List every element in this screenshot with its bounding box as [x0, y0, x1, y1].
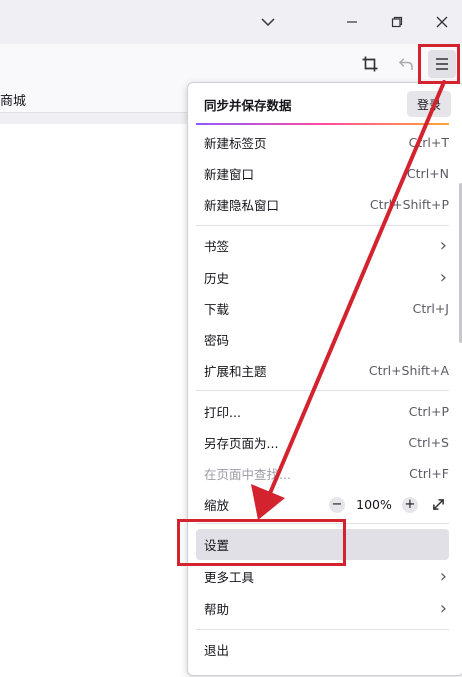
history-label: 历史	[204, 271, 230, 286]
addons-label: 扩展和主题	[204, 364, 267, 379]
menu-item-bookmarks[interactable]: 书签 ›	[196, 230, 449, 261]
downloads-shortcut: Ctrl+J	[412, 301, 449, 316]
signin-button[interactable]: 登录	[407, 91, 451, 117]
zoom-in-button[interactable]: +	[402, 496, 418, 513]
sync-label: 同步并保存数据	[204, 97, 292, 113]
menu-item-save-page[interactable]: 另存页面为... Ctrl+S	[196, 427, 449, 458]
close-icon[interactable]	[419, 0, 462, 44]
new-window-label: 新建窗口	[204, 167, 255, 182]
crop-icon[interactable]	[356, 50, 384, 78]
help-label: 帮助	[204, 602, 230, 617]
new-window-shortcut: Ctrl+N	[406, 166, 449, 181]
menu-item-new-window[interactable]: 新建窗口 Ctrl+N	[196, 158, 449, 189]
print-label: 打印...	[204, 405, 241, 420]
zoom-out-button[interactable]: −	[329, 496, 345, 513]
menu-separator	[196, 225, 449, 226]
menu-separator	[196, 629, 449, 630]
chevron-right-icon: ›	[439, 234, 447, 256]
menu-item-zoom: 缩放 − 100% +	[196, 489, 449, 520]
undo-icon[interactable]	[392, 50, 420, 78]
new-private-shortcut: Ctrl+Shift+P	[369, 197, 449, 212]
menu-item-history[interactable]: 历史 ›	[196, 262, 449, 293]
addons-shortcut: Ctrl+Shift+A	[368, 363, 449, 378]
menu-item-passwords[interactable]: 密码	[196, 324, 449, 355]
annotation-box-menu-button	[418, 44, 460, 84]
restore-icon[interactable]	[374, 0, 420, 44]
fullscreen-icon[interactable]	[429, 496, 447, 514]
find-shortcut: Ctrl+F	[409, 466, 449, 481]
chevron-right-icon: ›	[439, 597, 447, 619]
bookmarks-label: 书签	[204, 239, 230, 254]
chevron-down-icon[interactable]	[245, 0, 291, 44]
menu-separator	[196, 390, 449, 391]
menu-item-help[interactable]: 帮助 ›	[196, 593, 449, 624]
menu-item-print[interactable]: 打印... Ctrl+P	[196, 396, 449, 427]
menu-item-downloads[interactable]: 下载 Ctrl+J	[196, 293, 449, 324]
zoom-level[interactable]: 100%	[354, 497, 394, 512]
annotation-box-settings	[177, 519, 346, 566]
save-as-label: 另存页面为...	[204, 436, 279, 451]
menu-item-find[interactable]: 在页面中查找... Ctrl+F	[196, 458, 449, 489]
save-as-shortcut: Ctrl+S	[408, 435, 449, 450]
menu-item-new-private-window[interactable]: 新建隐私窗口 Ctrl+Shift+P	[196, 189, 449, 220]
more-tools-label: 更多工具	[204, 570, 255, 585]
minimize-icon[interactable]	[329, 0, 375, 44]
new-tab-shortcut: Ctrl+T	[408, 135, 449, 150]
exit-label: 退出	[204, 643, 230, 658]
menu-item-new-tab[interactable]: 新建标签页 Ctrl+T	[196, 127, 449, 158]
title-bar	[0, 0, 462, 44]
menu-item-exit[interactable]: 退出	[196, 634, 449, 665]
print-shortcut: Ctrl+P	[408, 404, 449, 419]
app-menu-panel: 同步并保存数据 登录 新建标签页 Ctrl+T 新建窗口 Ctrl+N 新建隐私…	[187, 82, 462, 676]
chevron-right-icon: ›	[439, 266, 447, 288]
downloads-label: 下载	[204, 302, 230, 317]
nav-toolbar	[0, 44, 462, 124]
new-tab-label: 新建标签页	[204, 136, 267, 151]
new-private-label: 新建隐私窗口	[204, 198, 280, 213]
menu-item-addons[interactable]: 扩展和主题 Ctrl+Shift+A	[196, 355, 449, 386]
sync-divider	[196, 123, 449, 125]
zoom-label: 缩放	[204, 498, 230, 513]
passwords-label: 密码	[204, 333, 230, 348]
bookmark-item[interactable]: 商城	[0, 90, 26, 109]
find-label: 在页面中查找...	[204, 467, 291, 482]
chevron-right-icon: ›	[439, 565, 447, 587]
